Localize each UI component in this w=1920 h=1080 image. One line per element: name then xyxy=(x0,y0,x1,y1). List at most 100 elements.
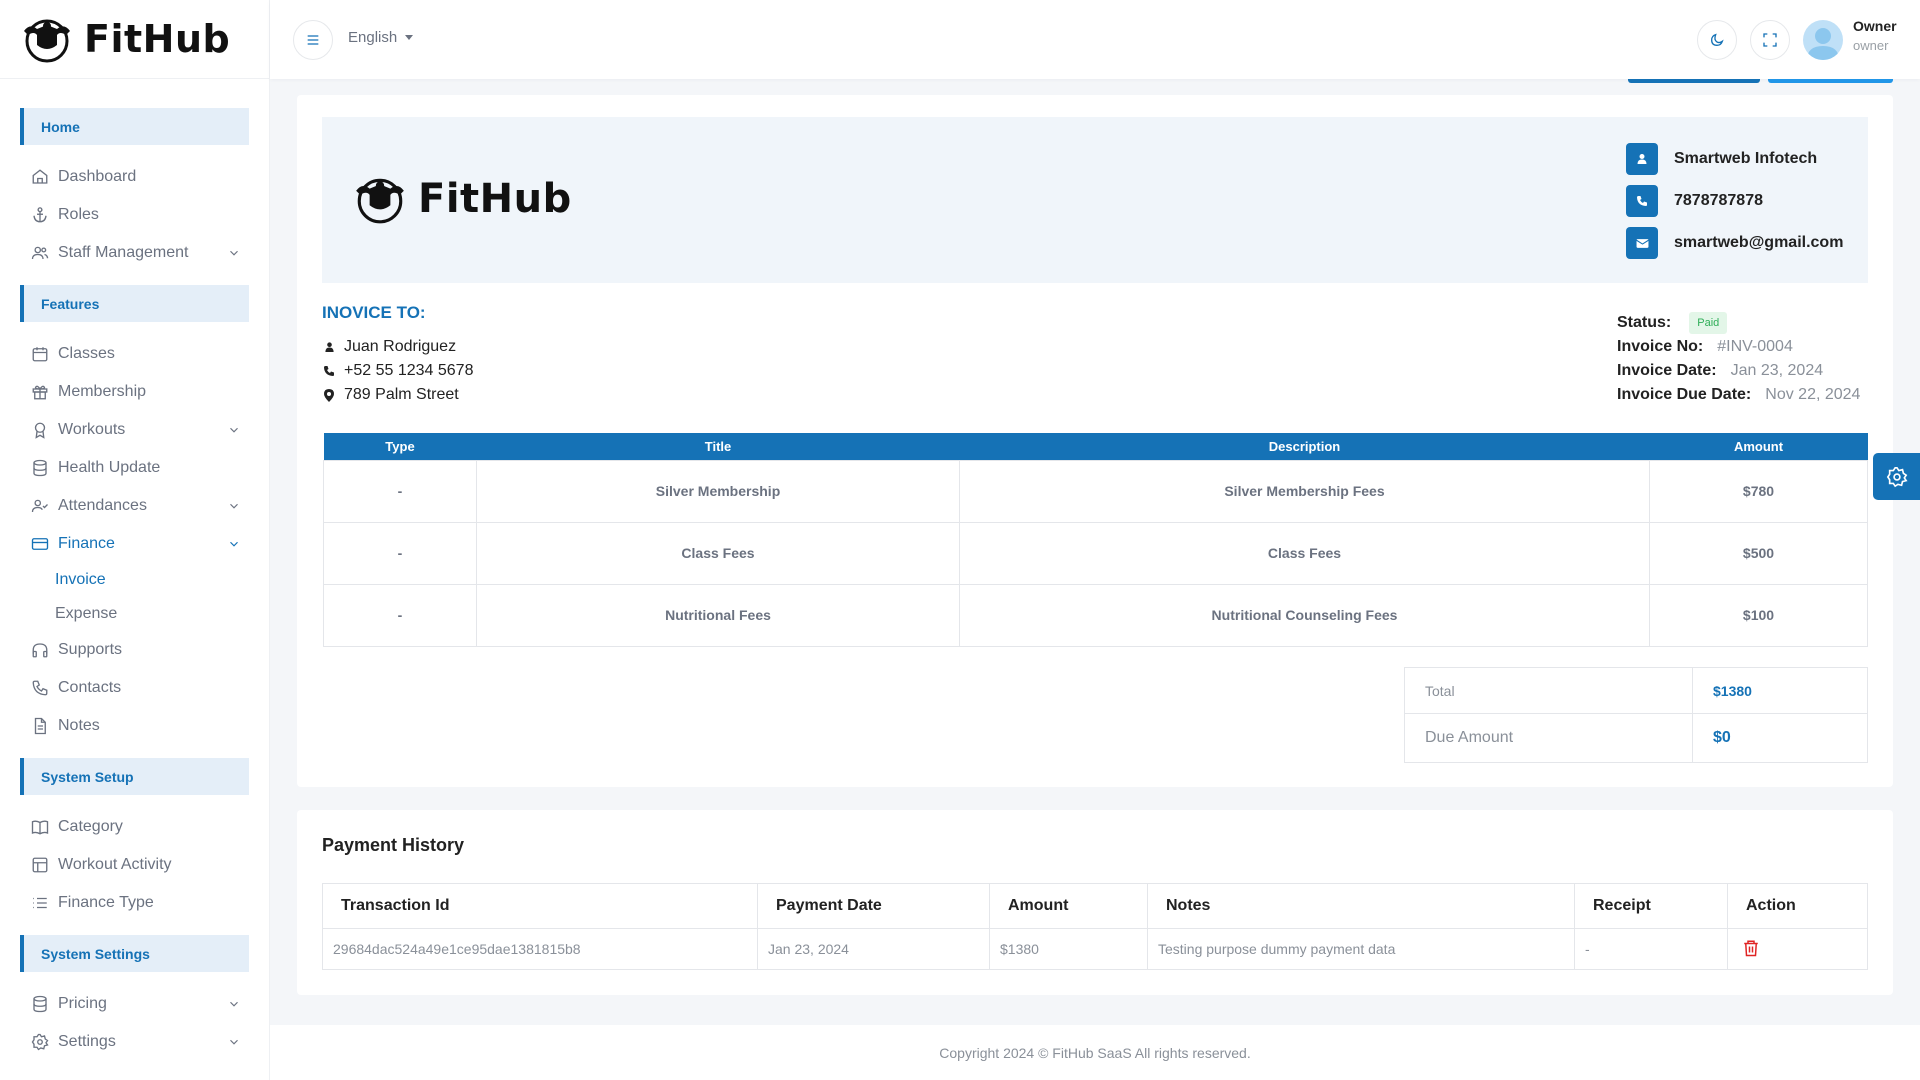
phone-icon xyxy=(30,678,50,698)
company-email: smartweb@gmail.com xyxy=(1674,234,1844,251)
user-menu[interactable]: Owner owner xyxy=(1853,18,1897,53)
user-icon xyxy=(322,341,336,353)
sidebar-item-label: Membership xyxy=(58,383,147,400)
sidebar-item-supports[interactable]: Supports xyxy=(0,631,269,669)
status-label: Status: xyxy=(1617,314,1672,331)
phone-icon xyxy=(322,365,336,377)
customer-name: Juan Rodriguez xyxy=(344,338,457,355)
sidebar-item-dashboard[interactable]: Dashboard xyxy=(0,158,269,196)
invoice-date: Jan 23, 2024 xyxy=(1730,362,1824,379)
item-title: Class Fees xyxy=(476,521,960,585)
item-type: - xyxy=(323,459,477,523)
sidebar-subitem-invoice[interactable]: Invoice xyxy=(0,563,269,597)
sidebar-item-category[interactable]: Category xyxy=(0,808,269,846)
column-header: Notes xyxy=(1147,883,1575,929)
theme-toggle-button[interactable] xyxy=(1697,20,1737,60)
item-type: - xyxy=(323,583,477,647)
payment-receipt: - xyxy=(1574,928,1728,970)
sidebar-item-workouts[interactable]: Workouts xyxy=(0,411,269,449)
file-icon xyxy=(30,716,50,736)
invoice-items-table: Type Title Description Amount - Silver M… xyxy=(323,433,1868,647)
gift-icon xyxy=(30,382,50,402)
home-icon xyxy=(30,167,50,187)
sidebar-item-pricing[interactable]: Pricing xyxy=(0,985,269,1023)
invoice-due-date-row: Invoice Due Date: Nov 22, 2024 xyxy=(1617,386,1860,404)
sidebar-item-label: Contacts xyxy=(58,679,122,696)
sidebar-item-finance[interactable]: Finance xyxy=(0,525,269,563)
phone-icon xyxy=(1626,185,1658,217)
action-button-partial[interactable] xyxy=(1628,79,1760,83)
invoice-brand-name: FitHub xyxy=(418,176,572,222)
sidebar-item-contacts[interactable]: Contacts xyxy=(0,669,269,707)
layout-icon xyxy=(30,855,50,875)
section-system-setup: System Setup xyxy=(20,758,249,795)
section-system-settings: System Settings xyxy=(20,935,249,972)
sidebar-item-settings[interactable]: Settings xyxy=(0,1023,269,1061)
sidebar-item-attendances[interactable]: Attendances xyxy=(0,487,269,525)
anchor-icon xyxy=(30,205,50,225)
delete-payment-button[interactable] xyxy=(1742,938,1760,958)
table-row: - Class Fees Class Fees $500 xyxy=(323,521,1868,585)
payment-amount: $1380 xyxy=(989,928,1148,970)
database-icon xyxy=(30,458,50,478)
user-role: owner xyxy=(1853,38,1889,53)
sidebar: FitHub Home Dashboard Roles Staff Manage… xyxy=(0,0,270,1080)
sidebar-nav: Home Dashboard Roles Staff Management Fe… xyxy=(0,79,269,1074)
sidebar-item-label: Finance xyxy=(58,535,115,552)
due-amount-value: $0 xyxy=(1692,713,1868,763)
sidebar-item-notes[interactable]: Notes xyxy=(0,707,269,745)
credit-card-icon xyxy=(30,534,50,554)
customer-phone-row: +52 55 1234 5678 xyxy=(322,362,473,380)
item-description: Class Fees xyxy=(959,521,1650,585)
sidebar-item-label: Staff Management xyxy=(58,244,189,261)
headphones-icon xyxy=(30,640,50,660)
sidebar-item-finance-type[interactable]: Finance Type xyxy=(0,884,269,922)
sidebar-item-health-update[interactable]: Health Update xyxy=(0,449,269,487)
brand-logo[interactable]: FitHub xyxy=(0,0,269,79)
sidebar-item-label: Workout Activity xyxy=(58,856,172,873)
language-select[interactable]: English xyxy=(348,29,414,46)
sidebar-item-membership[interactable]: Membership xyxy=(0,373,269,411)
column-header: Action xyxy=(1727,883,1868,929)
sidebar-item-classes[interactable]: Classes xyxy=(0,335,269,373)
brand-name: FitHub xyxy=(84,17,231,61)
invoice-logo: FitHub xyxy=(352,174,572,224)
item-title: Silver Membership xyxy=(476,459,960,523)
payment-history-table: Transaction Id Payment Date Amount Notes… xyxy=(322,883,1868,970)
sidebar-item-label: Settings xyxy=(58,1033,116,1050)
invoice-header: FitHub Smartweb Infotech 7878787878 smar… xyxy=(322,117,1868,283)
footer: Copyright 2024 © FitHub SaaS All rights … xyxy=(270,1025,1920,1080)
trash-icon xyxy=(1744,940,1758,956)
invoice-number-label: Invoice No: xyxy=(1617,338,1704,355)
user-check-icon xyxy=(30,496,50,516)
column-header: Amount xyxy=(989,883,1148,929)
action-button-partial[interactable] xyxy=(1768,79,1893,83)
sidebar-item-staff-management[interactable]: Staff Management xyxy=(0,234,269,272)
total-label: Total xyxy=(1404,667,1693,714)
avatar[interactable] xyxy=(1803,20,1843,60)
chevron-down-icon xyxy=(230,1001,238,1007)
payment-action-cell xyxy=(1727,928,1868,970)
column-header: Receipt xyxy=(1574,883,1728,929)
customizer-toggle-button[interactable] xyxy=(1873,453,1920,500)
customer-address-row: 789 Palm Street xyxy=(322,386,459,404)
sidebar-item-label: Health Update xyxy=(58,459,161,476)
fullscreen-button[interactable] xyxy=(1750,20,1790,60)
column-header: Payment Date xyxy=(757,883,990,929)
status-row: Status: Paid xyxy=(1617,312,1728,334)
totals-table: Total $1380 Due Amount $0 xyxy=(1404,667,1868,763)
chevron-down-icon xyxy=(230,250,238,256)
chevron-down-icon xyxy=(230,503,238,509)
table-row: 29684dac524a49e1ce95dae1381815b8 Jan 23,… xyxy=(322,928,1868,970)
table-row: - Silver Membership Silver Membership Fe… xyxy=(323,459,1868,523)
company-phone-row: 7878787878 xyxy=(1626,185,1763,217)
fullscreen-icon xyxy=(1763,33,1777,47)
sidebar-item-label: Attendances xyxy=(58,497,147,514)
gear-icon xyxy=(1886,466,1908,487)
sidebar-item-roles[interactable]: Roles xyxy=(0,196,269,234)
sidebar-subitem-expense[interactable]: Expense xyxy=(0,597,269,631)
menu-toggle-button[interactable] xyxy=(293,20,333,60)
sidebar-item-workout-activity[interactable]: Workout Activity xyxy=(0,846,269,884)
sidebar-item-label: Category xyxy=(58,818,123,835)
sidebar-item-label: Classes xyxy=(58,345,115,362)
